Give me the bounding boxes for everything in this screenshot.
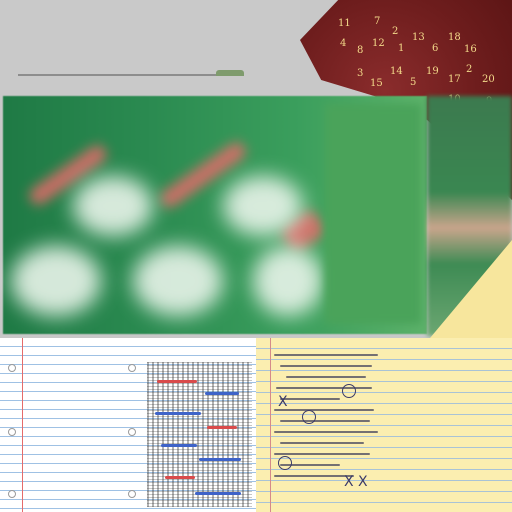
- board-number: 19: [426, 66, 439, 77]
- yellow-legal-pad: X X X: [256, 338, 512, 512]
- grey-divider-line: [18, 74, 218, 76]
- handwriting-line: [274, 431, 378, 433]
- punch-hole: [8, 490, 16, 498]
- diagram-circle: [278, 456, 292, 470]
- white-highlight: [133, 246, 223, 316]
- board-number: 4: [340, 38, 347, 49]
- board-number: 18: [448, 32, 461, 43]
- blue-ink-stroke: [195, 492, 241, 495]
- red-ink-stroke: [165, 476, 195, 479]
- board-number: 20: [482, 74, 495, 85]
- diagram-circle: [302, 410, 316, 424]
- board-number: 17: [448, 74, 461, 85]
- pad-margin-line: [270, 338, 271, 512]
- board-number: 16: [464, 44, 477, 55]
- board-number: 12: [372, 38, 385, 49]
- red-ink-stroke: [207, 426, 237, 429]
- punch-hole: [128, 364, 136, 372]
- blue-ink-stroke: [161, 444, 197, 447]
- white-highlight: [73, 176, 153, 236]
- diagram-circle: [342, 384, 356, 398]
- grey-background-area: [0, 0, 300, 90]
- punch-hole: [128, 490, 136, 498]
- x-mark: X: [278, 394, 288, 410]
- handwriting-line: [274, 453, 370, 455]
- white-highlight: [223, 176, 303, 236]
- board-number: 3: [357, 68, 364, 79]
- board-number: 14: [390, 66, 403, 77]
- blue-ink-stroke: [199, 458, 241, 461]
- handwriting-line: [280, 365, 372, 367]
- red-ink-stroke: [157, 380, 197, 383]
- board-number: 8: [357, 45, 364, 56]
- handwriting-line: [274, 475, 354, 477]
- board-number: 6: [432, 43, 439, 54]
- blue-ink-stroke: [205, 392, 239, 395]
- handwriting-line: [280, 442, 364, 444]
- board-number: 1: [398, 43, 405, 54]
- green-product-package: [3, 96, 427, 334]
- x-mark: X: [344, 474, 354, 490]
- white-highlight: [253, 246, 323, 316]
- punch-hole: [128, 428, 136, 436]
- package-side-panel: [325, 104, 421, 324]
- punch-hole: [8, 428, 16, 436]
- board-number: 13: [412, 32, 425, 43]
- blue-ink-stroke: [155, 412, 201, 415]
- scribbled-notes-paper: [145, 338, 256, 512]
- handwriting-line: [280, 420, 370, 422]
- handwriting-line: [276, 387, 372, 389]
- handwriting-line: [280, 398, 340, 400]
- white-highlight: [11, 246, 101, 316]
- handwriting-line: [286, 376, 366, 378]
- red-margin-line: [22, 338, 23, 512]
- x-mark: X: [358, 474, 368, 490]
- board-number: 5: [410, 77, 417, 88]
- board-number: 2: [392, 26, 399, 37]
- board-number: 2: [466, 64, 473, 75]
- board-number: 7: [374, 16, 381, 27]
- handwriting-line: [274, 354, 378, 356]
- board-number: 11: [338, 18, 351, 29]
- dense-handwriting: [147, 362, 252, 507]
- board-number: 15: [370, 78, 383, 89]
- green-tab-marker: [216, 70, 244, 76]
- white-lined-paper: [0, 338, 145, 512]
- handwriting-line: [274, 409, 374, 411]
- punch-hole: [8, 364, 16, 372]
